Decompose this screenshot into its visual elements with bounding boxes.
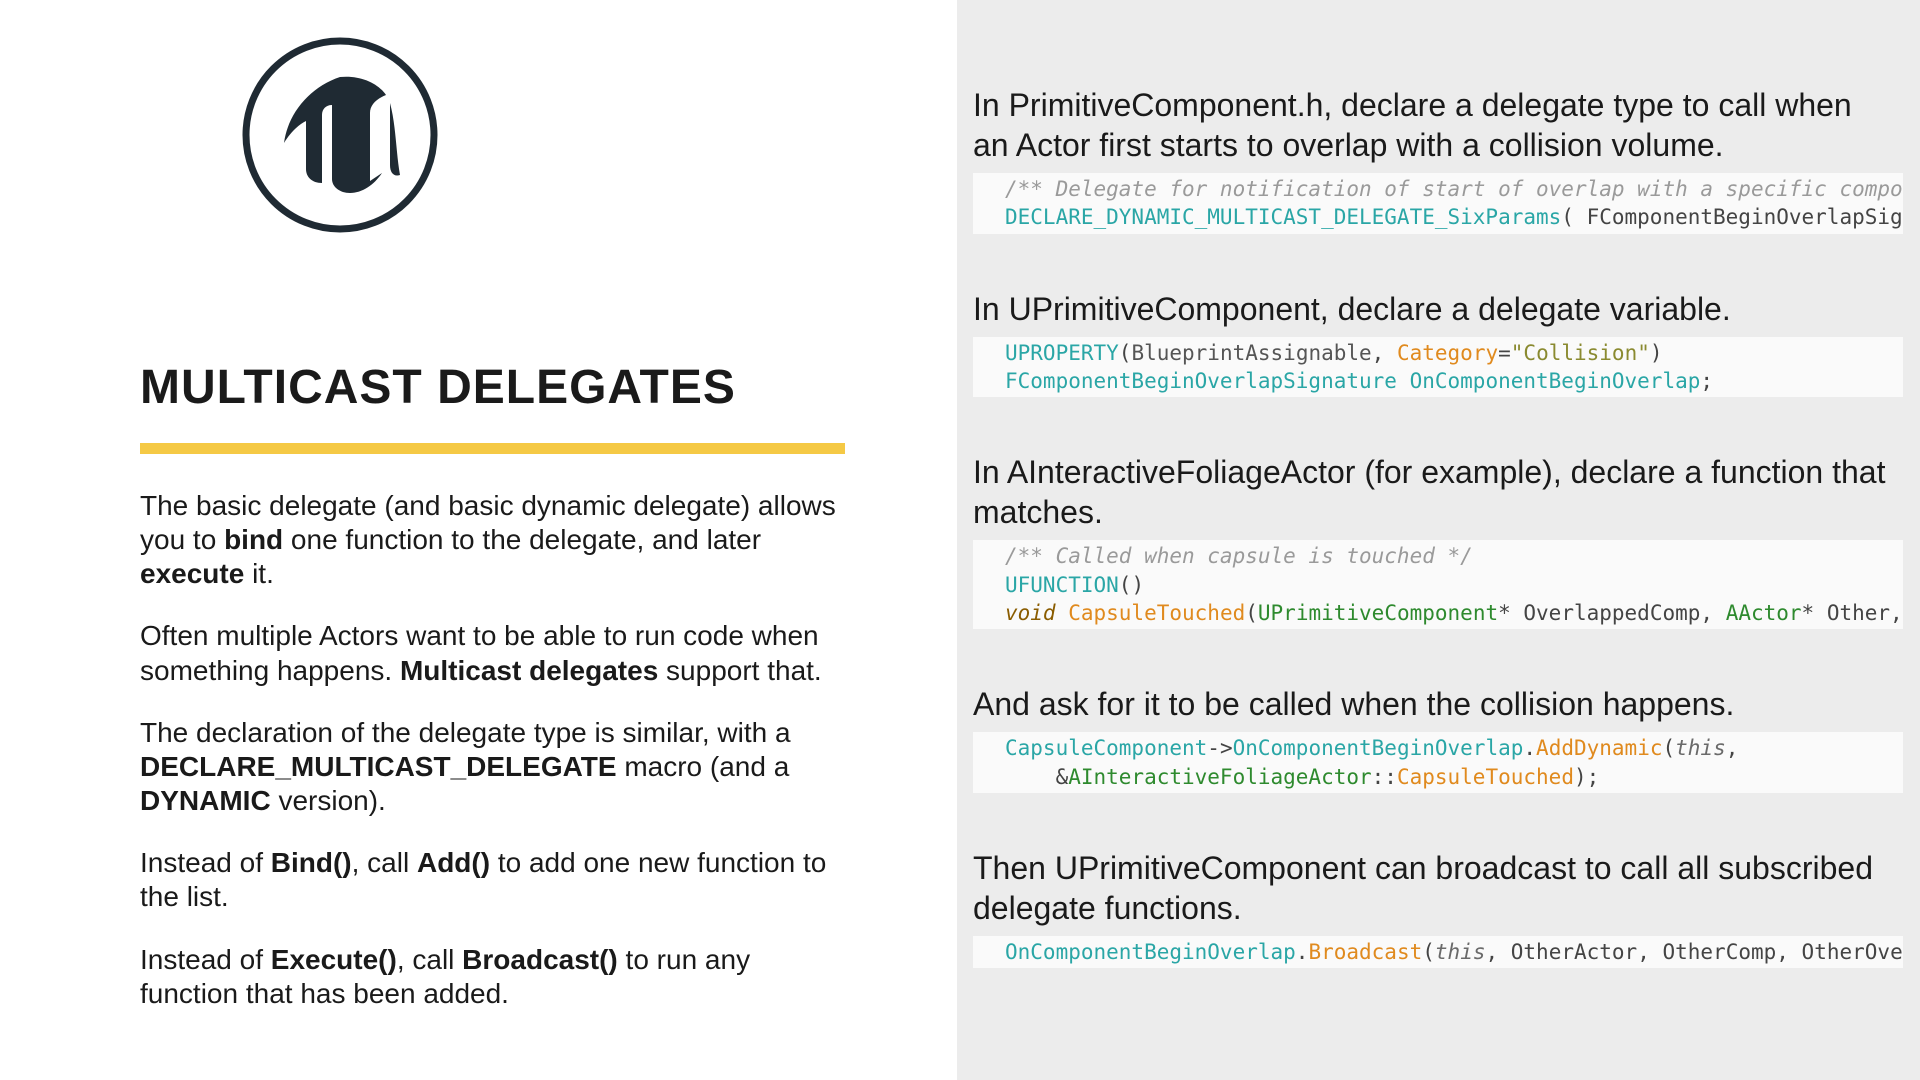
text: version).	[271, 785, 386, 816]
code-class: AInteractiveFoliageActor	[1068, 765, 1371, 789]
paragraph-3: The declaration of the delegate type is …	[140, 716, 840, 818]
text: Instead of	[140, 847, 271, 878]
code-macro: DECLARE_DYNAMIC_MULTICAST_DELEGATE_SixPa…	[1005, 205, 1561, 229]
text: it.	[244, 558, 274, 589]
bold: DYNAMIC	[140, 785, 271, 816]
bold: Execute()	[271, 944, 397, 975]
bold: DECLARE_MULTICAST_DELEGATE	[140, 751, 617, 782]
bold: bind	[224, 524, 283, 555]
text: macro (and a	[617, 751, 790, 782]
code-punc: .	[1296, 940, 1309, 964]
paragraph-2: Often multiple Actors want to be able to…	[140, 619, 840, 687]
code-param: Category	[1397, 341, 1498, 365]
text: The declaration of the delegate type is …	[140, 717, 791, 748]
code-comment: /** Called when capsule is touched */	[1005, 544, 1473, 568]
code-macro: UPROPERTY	[1005, 341, 1119, 365]
code-text: ( FComponentBeginOverlapSignature, UPr	[1561, 205, 1903, 229]
section-5-heading: Then UPrimitiveComponent can broadcast t…	[973, 848, 1893, 928]
text: , call	[397, 944, 462, 975]
bold: Bind()	[271, 847, 352, 878]
code-func: Broadcast	[1308, 940, 1422, 964]
code-block-2: UPROPERTY(BlueprintAssignable, Category=…	[973, 337, 1903, 398]
code-punc: (	[1119, 341, 1132, 365]
section-1-heading: In PrimitiveComponent.h, declare a deleg…	[973, 85, 1893, 165]
code-class: AActor	[1726, 601, 1802, 625]
code-block-1: /** Delegate for notification of start o…	[973, 173, 1903, 234]
code-member: OnComponentBeginOverlap	[1233, 736, 1524, 760]
code-text: * OverlappedComp,	[1498, 601, 1726, 625]
code-func: CapsuleTouched	[1056, 601, 1246, 625]
unreal-engine-logo	[240, 35, 440, 235]
code-punc: (	[1245, 601, 1258, 625]
code-var: OnComponentBeginOverlap	[1397, 369, 1700, 393]
code-punc: ::	[1372, 765, 1397, 789]
bold: Broadcast()	[462, 944, 618, 975]
code-punc: ;	[1700, 369, 1713, 393]
code-block-4: CapsuleComponent->OnComponentBeginOverla…	[973, 732, 1903, 793]
paragraph-5: Instead of Execute(), call Broadcast() t…	[140, 943, 840, 1011]
section-2-heading: In UPrimitiveComponent, declare a delega…	[973, 289, 1893, 329]
code-punc: ,	[1372, 341, 1397, 365]
code-text: , OtherActor, OtherComp, OtherOverlap.Ge…	[1485, 940, 1903, 964]
paragraph-4: Instead of Bind(), call Add() to add one…	[140, 846, 840, 914]
code-comment: /** Delegate for notification of start o…	[1005, 177, 1903, 201]
code-func: CapsuleTouched	[1397, 765, 1574, 789]
code-keyword: void	[1005, 601, 1056, 625]
code-string: "Collision"	[1511, 341, 1650, 365]
bold: Add()	[417, 847, 490, 878]
code-class: UPrimitiveComponent	[1258, 601, 1498, 625]
text: , call	[352, 847, 417, 878]
code-this: this	[1675, 736, 1726, 760]
code-func: AddDynamic	[1536, 736, 1662, 760]
code-macro: UFUNCTION	[1005, 573, 1119, 597]
code-punc: ,	[1726, 736, 1739, 760]
code-text: &	[1005, 765, 1068, 789]
code-param: BlueprintAssignable	[1131, 341, 1371, 365]
bold: execute	[140, 558, 244, 589]
slide: MULTICAST DELEGATES The basic delegate (…	[0, 0, 1920, 1080]
code-punc: (	[1662, 736, 1675, 760]
text: one function to the delegate, and later	[283, 524, 761, 555]
code-text: * Other, UPrimit	[1802, 601, 1903, 625]
code-member: OnComponentBeginOverlap	[1005, 940, 1296, 964]
code-var: CapsuleComponent	[1005, 736, 1207, 760]
code-block-3: /** Called when capsule is touched */ UF…	[973, 540, 1903, 629]
code-punc: (	[1422, 940, 1435, 964]
code-punc: ->	[1207, 736, 1232, 760]
code-punc: .	[1523, 736, 1536, 760]
text: Instead of	[140, 944, 271, 975]
code-this: this	[1435, 940, 1486, 964]
code-punc: ()	[1119, 573, 1144, 597]
text: support that.	[658, 655, 821, 686]
section-4-heading: And ask for it to be called when the col…	[973, 684, 1893, 724]
code-punc: );	[1574, 765, 1599, 789]
code-block-5: OnComponentBeginOverlap.Broadcast(this, …	[973, 936, 1903, 968]
page-title: MULTICAST DELEGATES	[140, 360, 817, 415]
right-column: In PrimitiveComponent.h, declare a deleg…	[957, 0, 1920, 1080]
paragraph-1: The basic delegate (and basic dynamic de…	[140, 489, 840, 591]
code-punc: =	[1498, 341, 1511, 365]
code-type: FComponentBeginOverlapSignature	[1005, 369, 1397, 393]
code-punc: )	[1650, 341, 1663, 365]
left-column: MULTICAST DELEGATES The basic delegate (…	[0, 0, 957, 1080]
bold: Multicast delegates	[400, 655, 658, 686]
title-underline	[140, 443, 845, 454]
section-3-heading: In AInteractiveFoliageActor (for example…	[973, 452, 1893, 532]
